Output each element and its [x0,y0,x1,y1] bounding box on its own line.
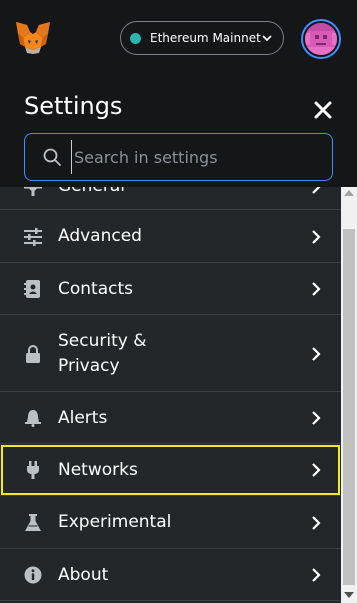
network-selector[interactable]: Ethereum Mainnet [120,21,284,55]
flask-icon [25,514,41,531]
chevron-right-icon [312,568,321,582]
chevron-right-icon [312,230,321,244]
sliders-icon [24,228,42,246]
account-menu-button[interactable] [301,19,341,59]
menu-item-label-line2: Privacy [58,356,120,376]
chevron-right-icon [312,411,321,425]
close-icon[interactable] [313,100,333,120]
search-field[interactable] [24,133,333,181]
settings-menu: General Advanced Contacts [0,187,341,603]
gear-icon [24,187,42,196]
account-avatar [305,23,337,55]
app-header: Ethereum Mainnet [0,0,357,76]
chevron-right-icon [312,516,321,530]
menu-item-security-privacy[interactable]: Security & Privacy [0,315,341,392]
page-title: Settings [24,92,123,120]
menu-item-about[interactable]: About [0,549,341,601]
lock-icon [26,345,40,363]
menu-item-label: Advanced [58,226,142,246]
menu-item-networks[interactable]: Networks [0,444,341,496]
scrollbar[interactable] [341,187,357,603]
search-input[interactable] [71,140,324,174]
info-icon [24,566,42,584]
bell-icon [25,410,41,427]
network-status-dot [130,32,141,44]
settings-header: Settings [0,76,357,187]
menu-item-label: Networks [58,460,138,480]
network-label: Ethereum Mainnet [150,31,261,45]
search-icon [43,148,61,166]
chevron-right-icon [312,347,321,361]
chevron-right-icon [312,463,321,477]
menu-item-label: Alerts [58,408,108,428]
scroll-up-arrow[interactable] [344,190,354,196]
plug-icon [27,461,39,479]
scrollbar-thumb[interactable] [343,229,355,585]
menu-item-label: About [58,565,109,585]
menu-item-label: Experimental [58,512,172,532]
metamask-fox-logo[interactable] [14,20,52,56]
contact-book-icon [24,280,40,298]
chevron-down-icon [262,35,272,42]
menu-item-label: Contacts [58,279,133,299]
chevron-right-icon [312,282,321,296]
menu-item-contacts[interactable]: Contacts [0,263,341,315]
chevron-right-icon [312,187,321,194]
menu-item-experimental[interactable]: Experimental [0,496,341,549]
menu-item-label-line1: Security & [58,331,147,351]
menu-item-general[interactable]: General [0,187,341,210]
menu-item-advanced[interactable]: Advanced [0,210,341,263]
menu-item-alerts[interactable]: Alerts [0,392,341,444]
menu-item-label: General [58,187,125,199]
scroll-down-arrow[interactable] [344,592,354,598]
